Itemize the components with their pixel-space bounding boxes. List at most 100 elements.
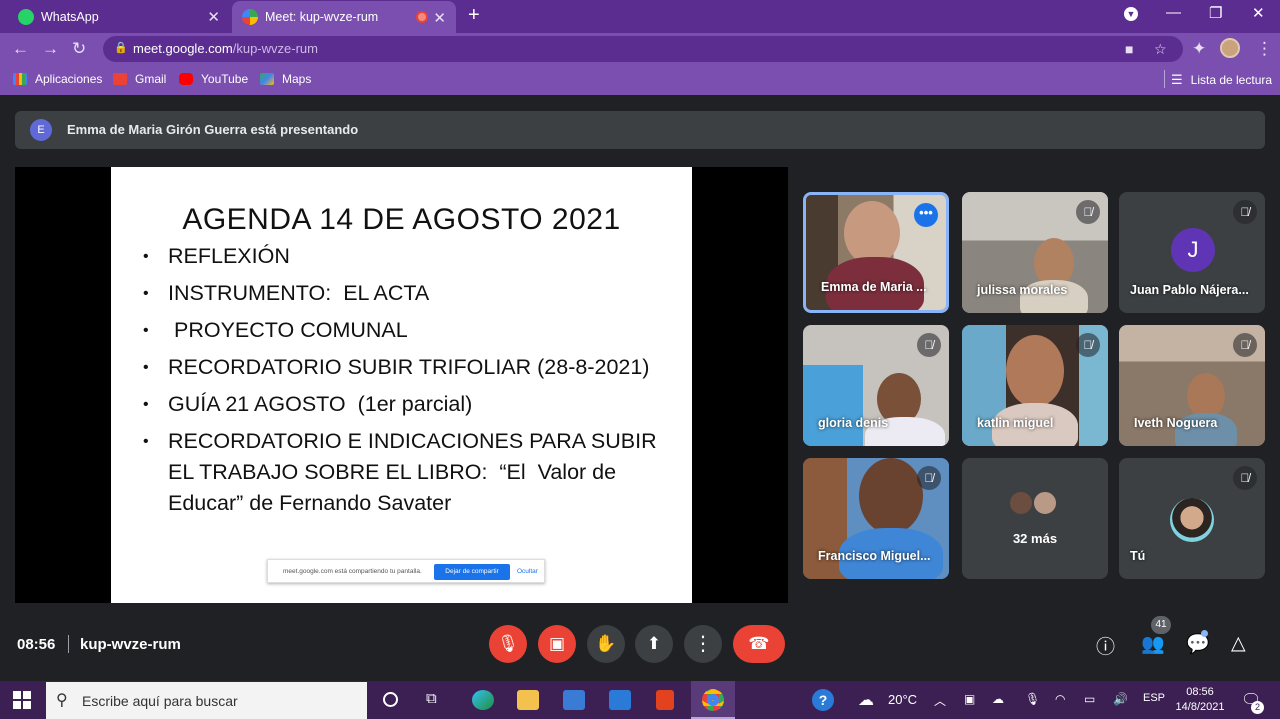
participant-thumbnail — [1032, 490, 1058, 516]
search-icon: ⚲ — [56, 692, 68, 709]
tab-whatsapp[interactable]: WhatsApp ✕ — [8, 0, 230, 33]
self-avatar — [1170, 498, 1214, 542]
temperature[interactable]: 20°C — [888, 692, 917, 707]
participant-name: katlin miguel — [977, 416, 1054, 430]
store-icon[interactable] — [563, 690, 585, 710]
gmail-icon — [113, 73, 127, 85]
camera-icon[interactable]: ■ — [1125, 41, 1133, 57]
bookmarks-divider — [1164, 70, 1165, 88]
meeting-details-icon[interactable]: ⓘ — [1096, 632, 1115, 659]
slide-bullet: • INSTRUMENTO: EL ACTA — [143, 281, 430, 305]
back-button[interactable]: ← — [12, 39, 29, 59]
bookmark-label: Maps — [282, 72, 312, 86]
more-participants-tile[interactable]: 32 más — [962, 458, 1108, 579]
wifi-icon[interactable]: ◠ — [1055, 692, 1065, 706]
notifications-count: 2 — [1251, 701, 1264, 714]
slide-title: AGENDA 14 DE AGOSTO 2021 — [182, 203, 621, 236]
file-explorer-icon[interactable] — [517, 690, 539, 710]
bookmark-maps[interactable]: Maps — [260, 72, 311, 86]
participant-name: gloria denis — [818, 416, 889, 430]
people-count-badge: 41 — [1151, 616, 1171, 634]
cortana-icon[interactable] — [383, 692, 398, 707]
mail-icon[interactable] — [609, 690, 631, 710]
show-hidden-icons[interactable]: ︿ — [934, 692, 946, 709]
profile-avatar[interactable] — [1220, 38, 1240, 58]
reload-button[interactable]: ↻ — [72, 39, 86, 59]
muted-mic-icon: 🎙̸ — [917, 333, 941, 357]
self-tile[interactable]: 🎙̸ Tú — [1119, 458, 1265, 579]
tab-label: Meet: kup-wvze-rum — [265, 10, 379, 24]
edge-icon[interactable] — [472, 690, 494, 710]
more-options-icon[interactable]: ••• — [914, 203, 938, 227]
slide-bullet: • GUÍA 21 AGOSTO (1er parcial) — [143, 392, 473, 416]
participant-name: Iveth Noguera — [1134, 416, 1218, 430]
google-meet-icon — [242, 9, 258, 25]
network-warning-icon[interactable]: ☁ — [992, 692, 1004, 706]
meet-tray-icon[interactable]: ▣ — [964, 692, 975, 706]
chat-notification-dot — [1201, 630, 1208, 637]
search-placeholder: Escribe aquí para buscar — [82, 693, 238, 709]
people-icon[interactable]: 👥 — [1141, 632, 1165, 656]
muted-mic-icon: 🎙̸ — [1076, 333, 1100, 357]
tab-search-icon[interactable]: ▼ — [1124, 7, 1138, 21]
minimize-button[interactable]: — — [1166, 4, 1181, 21]
slide-bullet: • RECORDATORIO SUBIR TRIFOLIAR (28-8-2021… — [143, 355, 650, 379]
battery-icon[interactable]: ▭ — [1084, 692, 1095, 706]
participant-tile[interactable]: ••• Emma de Maria ... — [803, 192, 949, 313]
present-now-button[interactable]: ⬆ — [635, 625, 673, 663]
camera-off-button[interactable]: ▣ — [538, 625, 576, 663]
weather-cloud-icon[interactable]: ☁ — [858, 690, 874, 710]
new-tab-button[interactable]: + — [468, 4, 480, 27]
forward-button[interactable]: → — [42, 39, 59, 59]
microphone-icon[interactable]: 🎙 — [1025, 692, 1040, 706]
taskbar-clock[interactable]: 08:56 14/8/2021 — [1172, 685, 1228, 715]
stop-sharing-button[interactable]: Dejar de compartir — [434, 564, 510, 580]
tab-meet[interactable]: Meet: kup-wvze-rum ✕ — [232, 1, 456, 33]
apps-grid-icon — [13, 73, 27, 85]
participant-avatar: J — [1171, 228, 1215, 272]
screen-share-banner: meet.google.com está compartiendo tu pan… — [267, 559, 545, 583]
extensions-icon[interactable]: ✦ — [1192, 39, 1206, 59]
more-participants-label: 32 más — [1012, 531, 1058, 546]
bookmark-gmail[interactable]: Gmail — [113, 72, 166, 86]
maximize-button[interactable]: ❐ — [1209, 4, 1222, 22]
help-icon[interactable]: ? — [812, 689, 834, 711]
bookmark-apps[interactable]: Aplicaciones — [13, 72, 102, 86]
bookmark-star-icon[interactable]: ☆ — [1154, 41, 1167, 58]
office-icon[interactable] — [656, 690, 674, 710]
muted-mic-icon: 🎙̸ — [1076, 200, 1100, 224]
menu-kebab-icon[interactable]: ⋮ — [1256, 39, 1273, 59]
participant-tile[interactable]: 🎙̸ gloria denis — [803, 325, 949, 446]
slide-bullet: • REFLEXIÓN — [143, 244, 290, 268]
presentation-stage: AGENDA 14 DE AGOSTO 2021 • REFLEXIÓN • INS… — [15, 167, 788, 603]
hide-banner-link[interactable]: Ocultar — [517, 568, 538, 575]
presenter-avatar: E — [30, 119, 52, 141]
taskbar-search[interactable]: ⚲ Escribe aquí para buscar — [46, 682, 367, 719]
participant-tile[interactable]: 🎙̸ Iveth Noguera — [1119, 325, 1265, 446]
leave-call-button[interactable]: ☎ — [733, 625, 785, 663]
participant-thumbnail — [1008, 490, 1034, 516]
taskbar-time: 08:56 — [1186, 686, 1214, 698]
windows-start-icon[interactable] — [13, 691, 31, 709]
participant-tile[interactable]: 🎙̸ J Juan Pablo Nájera... — [1119, 192, 1265, 313]
chrome-taskbar-button[interactable] — [691, 681, 735, 719]
participant-tile[interactable]: 🎙̸ katlin miguel — [962, 325, 1108, 446]
mic-off-button[interactable]: 🎙 — [489, 625, 527, 663]
activities-icon[interactable]: △ — [1231, 632, 1246, 655]
volume-icon[interactable]: 🔊 — [1113, 692, 1128, 706]
close-tab-icon[interactable]: ✕ — [207, 8, 220, 26]
close-window-button[interactable]: ✕ — [1252, 4, 1265, 22]
reading-list-button[interactable]: ☰ Lista de lectura — [1171, 72, 1272, 88]
raise-hand-button[interactable]: ✋ — [587, 625, 625, 663]
task-view-icon[interactable]: ⧉ — [426, 690, 437, 707]
bookmark-youtube[interactable]: YouTube — [179, 72, 248, 86]
meeting-code: kup-wvze-rum — [80, 636, 181, 653]
participant-name: julissa morales — [977, 283, 1068, 297]
more-options-button[interactable]: ⋮ — [684, 625, 722, 663]
url-bar[interactable]: 🔒 meet.google.com/kup-wvze-rum ■ ☆ — [103, 36, 1183, 62]
participant-tile[interactable]: 🎙̸ julissa morales — [962, 192, 1108, 313]
close-tab-icon[interactable]: ✕ — [433, 9, 446, 27]
participant-tile[interactable]: 🎙̸ Francisco Miguel... — [803, 458, 949, 579]
participant-name: Emma de Maria ... — [821, 280, 927, 294]
input-language[interactable]: ESP — [1143, 692, 1165, 704]
